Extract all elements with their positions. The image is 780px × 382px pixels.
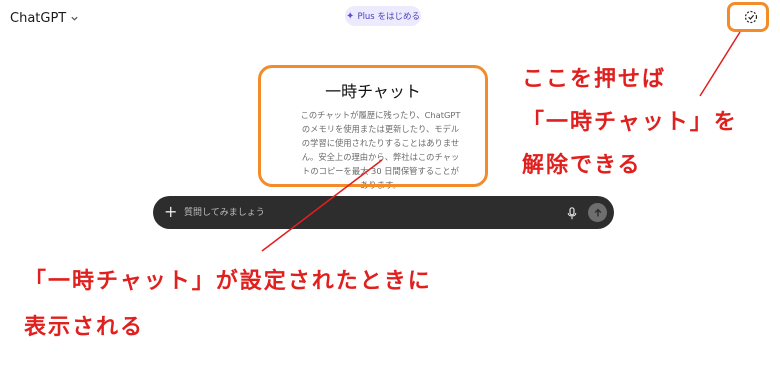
annotation-line-bottom: [261, 159, 383, 252]
annotation-bottom-line2: 表示される: [24, 315, 145, 340]
annotation-bottom-line1: 「一時チャット」が設定されたときに: [24, 269, 432, 294]
annotation-right-line1: ここを押せば: [522, 67, 667, 92]
annotation-right-line3: 解除できる: [522, 153, 642, 178]
annotation-line-right: [699, 31, 741, 97]
annotation-right-line2: 「一時チャット」を: [522, 110, 738, 135]
